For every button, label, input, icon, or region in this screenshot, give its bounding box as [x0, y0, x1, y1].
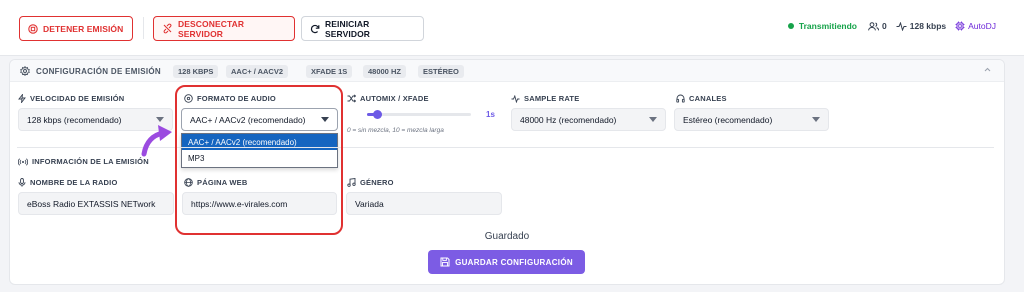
channels-select[interactable]: Estéreo (recomendado)	[674, 108, 829, 131]
restart-server-label: REINICIAR SERVIDOR	[325, 18, 371, 39]
format-select-value: AAC+ / AACv2 (recomendado)	[190, 114, 306, 125]
website-label: PÁGINA WEB	[184, 178, 247, 187]
automix-slider[interactable]	[367, 110, 471, 119]
config-title-text: CONFIGURACIÓN DE EMISIÓN	[36, 66, 161, 76]
format-label: FORMATO DE AUDIO	[184, 94, 276, 103]
toolbar-divider	[143, 17, 144, 39]
chip-format: AAC+ / AACV2	[226, 65, 289, 78]
channels-value: Estéreo (recomendado)	[683, 114, 773, 125]
speed-label-text: VELOCIDAD DE EMISIÓN	[30, 94, 125, 103]
genre-label: GÉNERO	[347, 178, 394, 187]
globe-icon	[184, 178, 193, 187]
disconnect-server-button[interactable]: DESCONECTAR SERVIDOR	[153, 16, 295, 41]
automix-label-text: AUTOMIX / XFADE	[360, 94, 429, 103]
bitrate-indicator: 128 kbps	[896, 21, 946, 31]
config-header[interactable]: CONFIGURACIÓN DE EMISIÓN 128 KBPS AAC+ /…	[10, 60, 1004, 82]
sample-rate-label: SAMPLE RATE	[511, 94, 579, 103]
stop-broadcast-label: DETENER EMISIÓN	[43, 23, 124, 34]
autodj-label: AutoDJ	[968, 21, 996, 31]
radio-name-label: NOMBRE DE LA RADIO	[18, 178, 118, 187]
automix-hint: 0 = sin mezcla, 10 = mezcla larga	[347, 127, 444, 134]
live-dot-icon	[787, 23, 794, 29]
disconnect-icon	[162, 23, 173, 34]
format-select[interactable]: AAC+ / AACv2 (recomendado)	[181, 108, 338, 131]
broadcast-icon	[18, 157, 28, 166]
shuffle-icon	[347, 94, 356, 103]
info-section-title: INFORMACIÓN DE LA EMISIÓN	[18, 157, 149, 166]
save-config-button[interactable]: GUARDAR CONFIGURACIÓN	[428, 250, 585, 274]
radio-name-field[interactable]: eBoss Radio EXTASSIS NETwork	[18, 192, 174, 215]
save-config-label: GUARDAR CONFIGURACIÓN	[455, 257, 573, 267]
activity-icon	[896, 21, 907, 31]
website-value: https://www.e-virales.com	[191, 198, 288, 209]
channels-label: CANALES	[676, 94, 727, 103]
activity-icon	[511, 94, 520, 103]
caret-down-icon	[321, 117, 329, 122]
chip-xfade: XFADE 1S	[306, 65, 353, 78]
stop-broadcast-button[interactable]: DETENER EMISIÓN	[19, 16, 133, 41]
channels-label-text: CANALES	[689, 94, 727, 103]
format-option-mp3[interactable]: MP3	[182, 150, 337, 166]
website-field[interactable]: https://www.e-virales.com	[182, 192, 337, 215]
music-note-icon	[347, 178, 356, 187]
chip-bitrate: 128 KBPS	[173, 65, 219, 78]
info-section-title-text: INFORMACIÓN DE LA EMISIÓN	[32, 157, 149, 166]
refresh-icon	[310, 24, 320, 34]
settings-gear-icon	[20, 66, 30, 76]
genre-field[interactable]: Variada	[346, 192, 502, 215]
sample-rate-value: 48000 Hz (recomendado)	[520, 114, 617, 125]
top-toolbar: DETENER EMISIÓN DESCONECTAR SERVIDOR REI…	[0, 0, 1024, 56]
website-label-text: PÁGINA WEB	[197, 178, 248, 187]
chip-sample-rate: 48000 HZ	[363, 65, 406, 78]
config-title: CONFIGURACIÓN DE EMISIÓN	[20, 66, 161, 76]
microphone-icon	[18, 178, 26, 187]
chip-channels: ESTÉREO	[418, 65, 464, 78]
restart-server-button[interactable]: REINICIAR SERVIDOR	[301, 16, 424, 41]
stop-circle-icon	[28, 23, 38, 34]
radio-name-label-text: NOMBRE DE LA RADIO	[30, 178, 118, 187]
speed-select-value: 128 kbps (recomendado)	[27, 114, 122, 125]
genre-value: Variada	[355, 198, 384, 209]
listeners-count: 0	[868, 21, 887, 31]
disc-icon	[184, 94, 193, 103]
automix-value: 1s	[486, 110, 495, 119]
chevron-up-icon[interactable]	[983, 65, 992, 74]
disconnect-server-label: DESCONECTAR SERVIDOR	[178, 18, 245, 39]
automix-label: AUTOMIX / XFADE	[347, 94, 429, 103]
listeners-value: 0	[882, 21, 887, 31]
bolt-icon	[18, 94, 26, 103]
format-dropdown: AAC+ / AACv2 (recomendado) MP3	[181, 133, 338, 168]
caret-down-icon	[812, 117, 820, 122]
speed-label: VELOCIDAD DE EMISIÓN	[18, 94, 124, 103]
stream-state: Transmitiendo	[798, 21, 857, 31]
stream-status: Transmitiendo 0 128 kbps AutoDJ	[787, 21, 996, 31]
sample-rate-select[interactable]: 48000 Hz (recomendado)	[511, 108, 666, 131]
genre-label-text: GÉNERO	[360, 178, 394, 187]
users-icon	[868, 21, 879, 31]
format-label-text: FORMATO DE AUDIO	[197, 94, 276, 103]
cpu-icon	[955, 21, 965, 31]
sample-rate-label-text: SAMPLE RATE	[524, 94, 580, 103]
caret-down-icon	[649, 117, 657, 122]
saved-status: Guardado	[484, 231, 530, 242]
pointer-arrow-icon	[139, 120, 175, 158]
radio-name-value: eBoss Radio EXTASSIS NETwork	[27, 198, 156, 209]
save-disk-icon	[440, 257, 450, 267]
bitrate-value: 128 kbps	[909, 21, 947, 31]
headphones-icon	[676, 94, 685, 103]
autodj-indicator: AutoDJ	[955, 21, 996, 31]
